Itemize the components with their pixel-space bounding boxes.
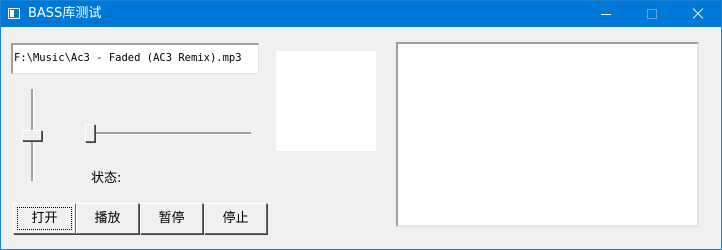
minimize-icon[interactable]	[583, 1, 629, 27]
pause-button[interactable]: 暂停	[140, 203, 203, 234]
volume-slider[interactable]	[21, 89, 45, 181]
maximize-icon[interactable]	[629, 1, 675, 27]
position-slider-thumb[interactable]	[85, 124, 95, 142]
info-text-box[interactable]	[396, 42, 699, 227]
client-area: F:\Music\Ac3 - Faded (AC3 Remix).mp3 状态:…	[1, 27, 721, 249]
file-path-field[interactable]: F:\Music\Ac3 - Faded (AC3 Remix).mp3	[11, 43, 259, 74]
window-title: BASS库测试	[28, 6, 102, 21]
app-window-icon	[8, 8, 20, 19]
stop-button[interactable]: 停止	[204, 203, 267, 234]
position-slider-track	[85, 132, 251, 135]
status-label: 状态:	[91, 171, 122, 186]
open-button[interactable]: 打开	[13, 203, 76, 234]
close-icon[interactable]	[675, 1, 721, 27]
app-window: BASS库测试 F:\Music\Ac3 - Faded (AC3 Remix)…	[0, 0, 722, 250]
title-bar[interactable]: BASS库测试	[1, 1, 721, 27]
album-art-panel	[276, 51, 376, 151]
position-slider[interactable]	[85, 123, 251, 143]
play-button[interactable]: 播放	[76, 203, 139, 234]
volume-slider-thumb[interactable]	[22, 130, 42, 141]
